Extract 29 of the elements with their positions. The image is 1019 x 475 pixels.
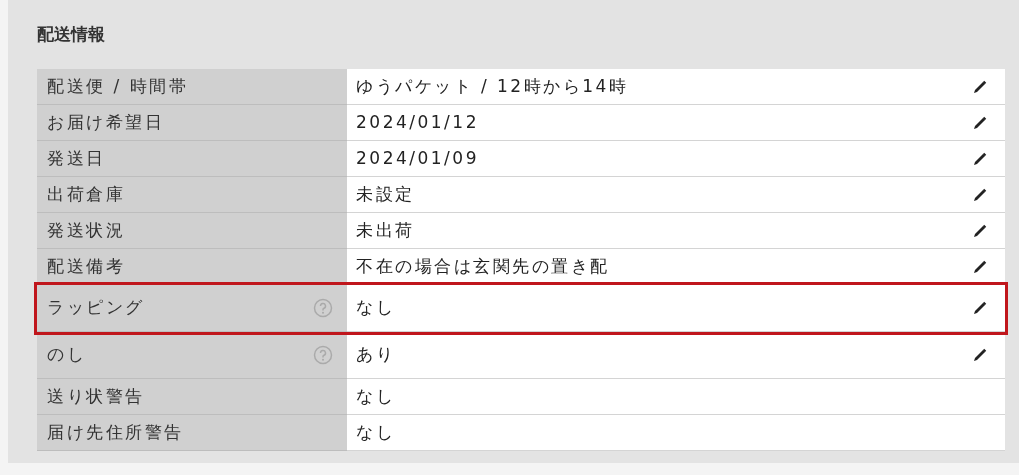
field-value: 未設定 <box>356 182 415 206</box>
field-label: 配送備考 <box>47 254 125 278</box>
pencil-icon[interactable] <box>973 259 987 274</box>
field-value: 2024/01/09 <box>356 146 479 170</box>
field-value: 不在の場合は玄関先の置き配 <box>356 254 610 278</box>
field-label: 発送状況 <box>47 218 125 242</box>
field-value: あり <box>356 343 395 367</box>
pencil-icon[interactable] <box>973 187 987 202</box>
field-label: 届け先住所警告 <box>47 420 184 444</box>
field-label: 配送便 / 時間帯 <box>47 74 189 98</box>
pencil-icon[interactable] <box>973 115 987 130</box>
pencil-icon[interactable] <box>973 223 987 238</box>
field-value: 2024/01/12 <box>356 110 479 134</box>
field-label: ラッピング <box>47 296 145 320</box>
pencil-icon[interactable] <box>973 348 987 362</box>
field-label: 発送日 <box>47 146 106 170</box>
field-label: 出荷倉庫 <box>47 182 125 206</box>
field-value: 未出荷 <box>356 218 415 242</box>
field-value: なし <box>356 384 395 408</box>
section-title: 配送情報 <box>37 23 106 46</box>
field-label: 送り状警告 <box>47 384 145 408</box>
pencil-icon[interactable] <box>973 151 987 166</box>
field-value: なし <box>356 296 395 320</box>
field-value: ゆうパケット / 12時から14時 <box>356 74 629 98</box>
field-label: のし <box>47 343 86 367</box>
field-value: なし <box>356 420 395 444</box>
pencil-icon[interactable] <box>973 301 987 315</box>
pencil-icon[interactable] <box>973 79 987 94</box>
field-label: お届け希望日 <box>47 110 164 134</box>
